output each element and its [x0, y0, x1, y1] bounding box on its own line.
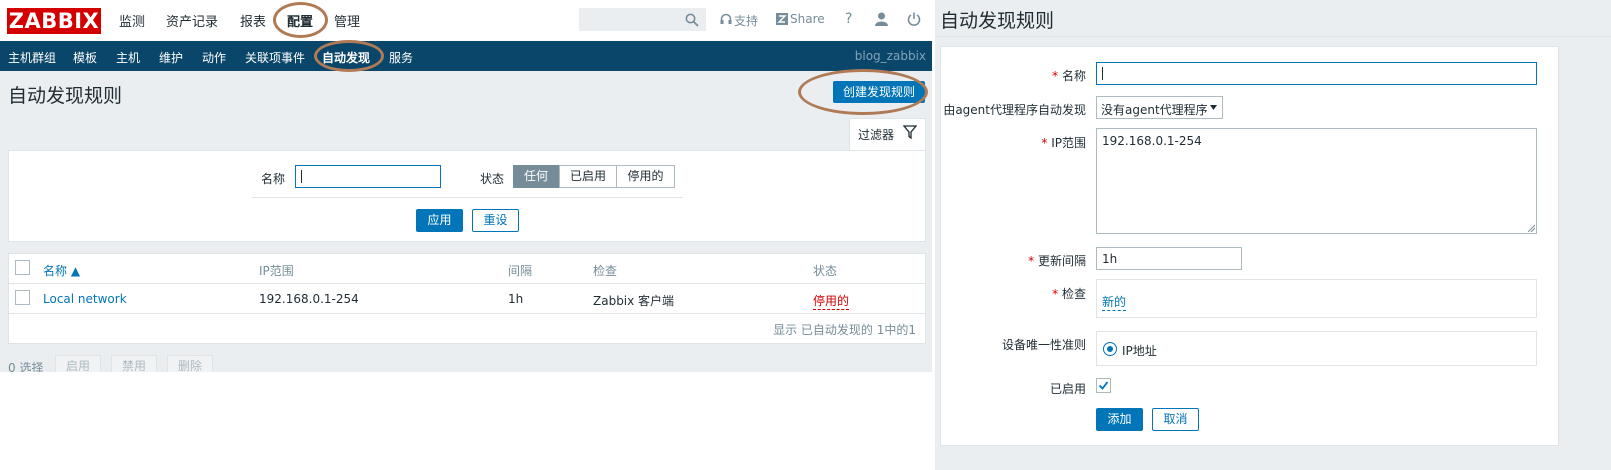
- rule-checks: Zabbix 客户端: [593, 294, 675, 308]
- annotation-ring-config: [273, 2, 328, 38]
- filter-divider: [252, 197, 683, 198]
- help-icon[interactable]: ?: [845, 11, 852, 27]
- required-asterisk: *: [1052, 287, 1062, 301]
- rule-status-toggle[interactable]: 停用的: [813, 292, 850, 310]
- row-checkbox[interactable]: [15, 290, 30, 305]
- page-title: 自动发现规则: [8, 85, 123, 107]
- nav-host-groups[interactable]: 主机群组: [8, 49, 56, 66]
- nav-correlation[interactable]: 关联项事件: [245, 49, 305, 66]
- cancel-button[interactable]: 取消: [1152, 408, 1199, 431]
- status-any-option[interactable]: 任何: [513, 165, 559, 188]
- menu-reports[interactable]: 报表: [240, 11, 266, 30]
- status-enabled-option[interactable]: 已启用: [559, 165, 617, 188]
- nav-maintenance[interactable]: 维护: [159, 49, 183, 66]
- bulk-disable-button[interactable]: 禁用: [111, 355, 157, 372]
- rule-interval: 1h: [508, 292, 524, 306]
- title-divider: [935, 36, 1611, 37]
- new-check-link[interactable]: 新的: [1102, 293, 1127, 311]
- rule-name-link[interactable]: Local network: [43, 292, 127, 306]
- uniqueness-field-label: 设备唯一性准则: [1001, 338, 1086, 352]
- chevron-down-icon: [1210, 105, 1217, 110]
- enabled-checkbox[interactable]: [1096, 378, 1111, 393]
- filter-status-label: 状态: [480, 172, 505, 186]
- radio-dot: [1107, 346, 1113, 352]
- text-cursor: [1102, 67, 1103, 80]
- name-input[interactable]: [1096, 62, 1537, 85]
- discovery-list-panel: ZABBIX 监测 资产记录 报表 配置 管理 支持 Share ? 主机群组 …: [0, 0, 932, 372]
- header-divider: [9, 283, 925, 284]
- nav-hosts[interactable]: 主机: [116, 49, 140, 66]
- name-field-label: * 名称: [1052, 69, 1086, 83]
- checks-field-label: * 检查: [1052, 287, 1086, 301]
- menu-monitoring[interactable]: 监测: [119, 11, 145, 30]
- proxy-select[interactable]: 没有agent代理程序: [1096, 96, 1223, 119]
- headset-icon: [720, 13, 732, 24]
- form-page-title: 自动发现规则: [940, 10, 1055, 32]
- discovery-form-panel: 自动发现规则 * 名称 由agent代理程序自动发现 没有agent代理程序 *…: [935, 0, 1611, 470]
- resize-handle-icon[interactable]: [1527, 224, 1535, 232]
- menu-administration[interactable]: 管理: [334, 11, 360, 30]
- ip-range-value: 192.168.0.1-254: [1102, 134, 1202, 148]
- column-header-interval: 间隔: [508, 264, 533, 278]
- discovery-rules-table: 名称 ▲ IP范围 间隔 检查 状态 Local network 192.168…: [8, 253, 926, 344]
- ip-range-textarea[interactable]: 192.168.0.1-254: [1096, 128, 1537, 234]
- nav-templates[interactable]: 模板: [73, 49, 97, 66]
- text-cursor: [301, 170, 302, 183]
- filter-tab-label: 过滤器: [858, 128, 895, 142]
- bulk-enable-button[interactable]: 启用: [55, 355, 101, 372]
- support-link[interactable]: 支持: [734, 12, 758, 29]
- user-profile-icon[interactable]: [875, 12, 888, 26]
- share-z-icon: [776, 13, 788, 25]
- row-divider: [9, 313, 925, 314]
- filter-tab[interactable]: 过滤器: [849, 118, 926, 150]
- filter-apply-button[interactable]: 应用: [416, 209, 463, 232]
- selected-count: 0 选择: [8, 361, 44, 372]
- required-asterisk: *: [1028, 254, 1038, 268]
- interval-value: 1h: [1102, 252, 1118, 266]
- filter-reset-button[interactable]: 重设: [472, 209, 519, 232]
- discovery-rule-form: * 名称 由agent代理程序自动发现 没有agent代理程序 * IP范围 1…: [940, 46, 1559, 446]
- proxy-select-value: 没有agent代理程序: [1101, 103, 1208, 117]
- interval-field-label: * 更新间隔: [1028, 254, 1086, 268]
- bulk-delete-button[interactable]: 删除: [167, 355, 213, 372]
- menu-inventory[interactable]: 资产记录: [166, 11, 218, 30]
- checkmark-icon: [1098, 381, 1109, 390]
- interval-input[interactable]: 1h: [1096, 247, 1242, 270]
- rule-ip-range: 192.168.0.1-254: [259, 292, 359, 306]
- annotation-ring-discovery: [314, 40, 384, 72]
- current-user: blog_zabbix: [854, 49, 926, 63]
- share-link[interactable]: Share: [790, 12, 825, 26]
- filter-panel: [8, 150, 926, 242]
- search-icon[interactable]: [685, 13, 699, 27]
- column-header-ip-range: IP范围: [259, 264, 294, 278]
- search-input[interactable]: [579, 8, 706, 31]
- proxy-field-label: 由agent代理程序自动发现: [943, 103, 1086, 117]
- required-asterisk: *: [1041, 136, 1052, 150]
- top-header: ZABBIX 监测 资产记录 报表 配置 管理 支持 Share ?: [0, 0, 932, 41]
- ip-address-radio[interactable]: [1103, 342, 1117, 356]
- annotation-ring-create-button: [798, 69, 928, 115]
- nav-actions[interactable]: 动作: [202, 49, 226, 66]
- column-header-checks: 检查: [593, 264, 618, 278]
- ip-range-field-label: * IP范围: [1041, 136, 1086, 150]
- filter-name-input[interactable]: [295, 165, 441, 188]
- enabled-field-label: 已启用: [1049, 382, 1086, 396]
- zabbix-logo[interactable]: ZABBIX: [7, 8, 101, 34]
- add-button[interactable]: 添加: [1096, 408, 1143, 431]
- filter-icon: [903, 125, 917, 139]
- required-asterisk: *: [1052, 69, 1062, 83]
- sign-out-icon[interactable]: [907, 12, 921, 26]
- uniqueness-box: IP地址: [1096, 331, 1537, 366]
- table-footer-count: 显示 已自动发现的 1中的1: [773, 323, 916, 337]
- filter-name-label: 名称: [261, 172, 286, 186]
- sub-navigation: 主机群组 模板 主机 维护 动作 关联项事件 自动发现 服务 blog_zabb…: [0, 41, 932, 71]
- column-header-status: 状态: [813, 264, 838, 278]
- ip-address-radio-label: IP地址: [1122, 344, 1157, 358]
- select-all-checkbox[interactable]: [15, 260, 30, 275]
- column-header-name[interactable]: 名称 ▲: [43, 262, 80, 279]
- status-disabled-option[interactable]: 停用的: [616, 165, 675, 188]
- checks-box: 新的: [1096, 279, 1537, 318]
- nav-services[interactable]: 服务: [389, 49, 413, 66]
